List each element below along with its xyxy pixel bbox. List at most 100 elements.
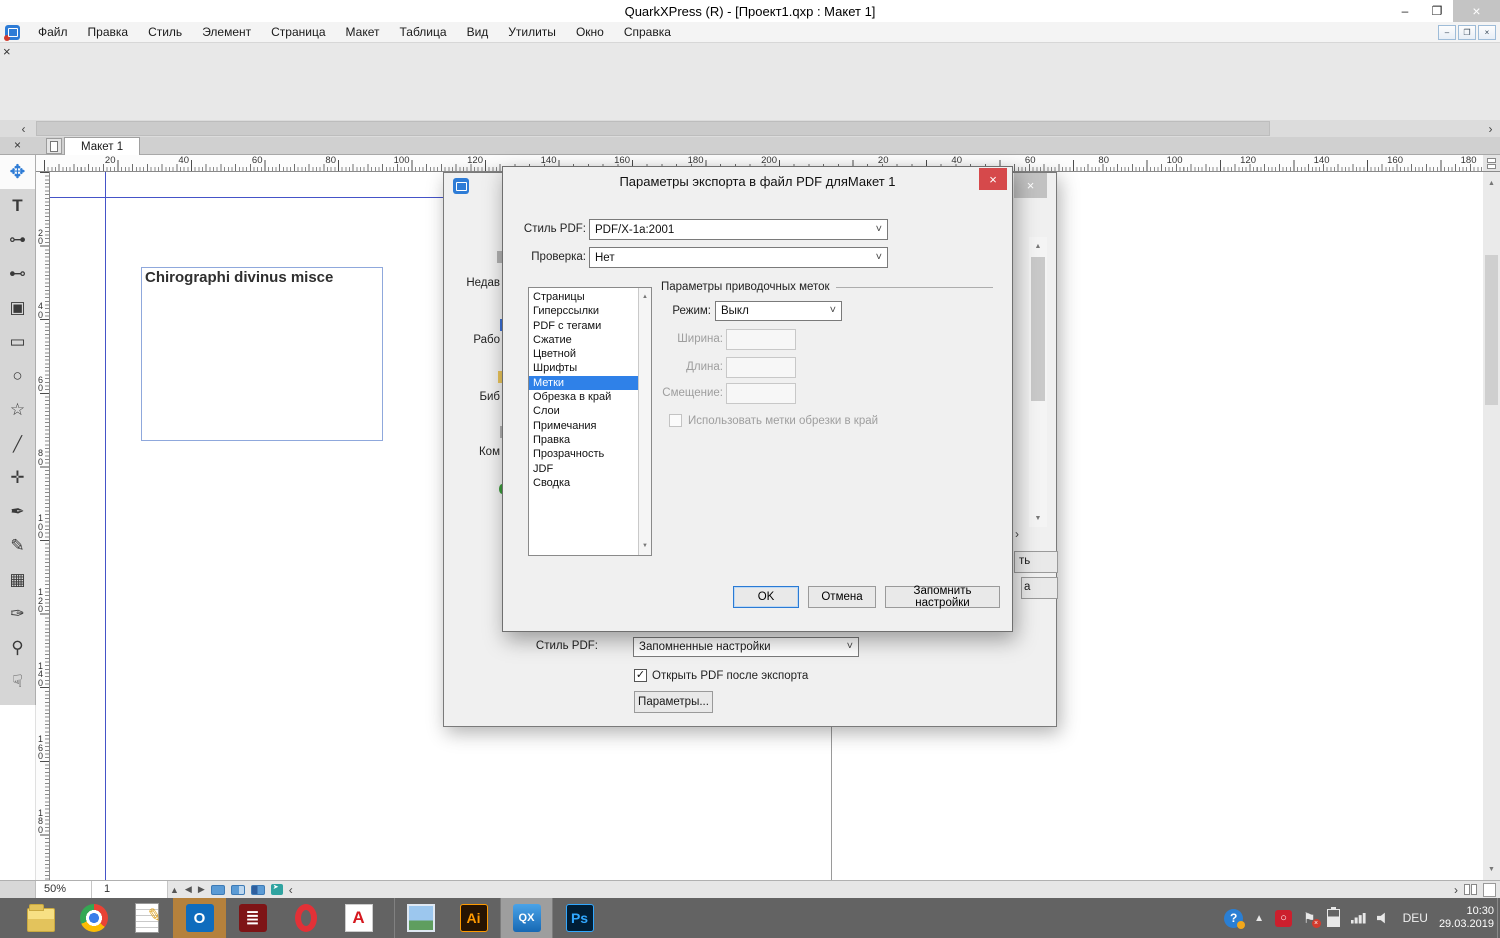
view-mode-2-icon[interactable] [230, 884, 245, 895]
eyedropper-tool[interactable]: ✑ [0, 597, 35, 631]
options-button[interactable]: Параметры... [634, 691, 713, 713]
scroll-left-icon[interactable]: ‹ [16, 120, 31, 137]
line-tool[interactable]: ╱ [0, 427, 35, 461]
ruler-corner-page-icon[interactable] [1483, 155, 1500, 172]
file-explorer[interactable] [14, 898, 67, 938]
keyboard-language[interactable]: DEU [1403, 911, 1428, 925]
clock[interactable]: 10:30 29.03.2019 [1439, 905, 1494, 931]
unlink-tool[interactable]: ⊷ [0, 257, 35, 291]
tab-layout-1[interactable]: Макет 1 [64, 137, 141, 155]
section-item[interactable]: JDF [529, 462, 638, 476]
notepad[interactable] [120, 898, 173, 938]
oval-tool[interactable]: ○ [0, 359, 35, 393]
pages-view-icon[interactable] [1464, 884, 1477, 895]
view-mode-3-icon[interactable] [250, 884, 265, 895]
menu-item[interactable]: Таблица [390, 23, 457, 41]
filelist-scroll-up-icon[interactable]: ▲ [1029, 237, 1047, 255]
top-horizontal-scrollbar[interactable]: ‹ › [0, 120, 1500, 137]
dialog-close-button[interactable]: × [979, 168, 1007, 190]
sidebar-place-item[interactable]: Ком [444, 446, 501, 458]
filelist-scroll-down-icon[interactable]: ▼ [1029, 509, 1047, 527]
collapse-left-icon[interactable]: ‹ [289, 883, 293, 897]
sidebar-place-item[interactable]: Биб [444, 391, 501, 403]
section-item[interactable]: Шрифты [529, 361, 638, 375]
menu-item[interactable]: Справка [614, 23, 681, 41]
photo-viewer[interactable] [394, 898, 447, 938]
menu-item[interactable]: Стиль [138, 23, 192, 41]
page-number-field[interactable]: 1 [92, 881, 168, 898]
export-icon[interactable] [270, 883, 283, 895]
export-dialog-close-button[interactable]: × [1014, 173, 1047, 198]
expand-panel-icon[interactable]: › [1015, 527, 1019, 541]
ok-button[interactable]: OK [733, 586, 799, 608]
menu-item[interactable]: Окно [566, 23, 614, 41]
view-mode-1-icon[interactable] [210, 884, 225, 895]
network-signal-icon[interactable] [1350, 912, 1366, 924]
section-item[interactable]: Гиперссылки [529, 304, 638, 318]
minimize-button[interactable]: – [1389, 0, 1421, 22]
sidebar-place-item[interactable]: Рабо [444, 334, 501, 346]
section-item[interactable]: PDF с тегами [529, 319, 638, 333]
section-item[interactable]: Сжатие [529, 333, 638, 347]
rectangle-tool[interactable]: ▭ [0, 325, 35, 359]
link-tool[interactable]: ⊶ [0, 223, 35, 257]
menu-item[interactable]: Правка [78, 23, 139, 41]
menu-item[interactable]: Вид [457, 23, 499, 41]
sidebar-place-item[interactable]: Недав [444, 277, 501, 289]
scroll-down-icon[interactable]: ▼ [1483, 860, 1500, 878]
prev-page-icon[interactable]: ◀ [185, 884, 192, 895]
action-center-flag-icon[interactable]: ⚑ [1303, 910, 1321, 928]
chrome[interactable] [67, 898, 120, 938]
menu-item[interactable]: Страница [261, 23, 335, 41]
mdi-restore-button[interactable]: ❐ [1458, 25, 1476, 40]
section-item[interactable]: Страницы [529, 290, 638, 304]
save-button-partial[interactable]: ть [1014, 551, 1058, 573]
bezier-tool[interactable]: ✒ [0, 495, 35, 529]
page-up-icon[interactable]: ▲ [170, 885, 179, 895]
verification-select[interactable]: Нет ˅ [589, 247, 888, 268]
outlook[interactable]: O [173, 898, 226, 938]
section-item[interactable]: Прозрачность [529, 447, 638, 461]
section-item[interactable]: Метки [529, 375, 638, 391]
show-hidden-icons-chevron[interactable]: ▲ [1254, 913, 1264, 924]
acrobat-reader[interactable]: A [332, 898, 385, 938]
mdi-minimize-button[interactable]: – [1438, 25, 1456, 40]
section-item[interactable]: Примечания [529, 419, 638, 433]
speaker-icon[interactable] [1376, 912, 1385, 924]
palette-close-icon[interactable]: × [3, 44, 11, 59]
quarkxpress[interactable]: QX [500, 898, 553, 938]
section-item[interactable]: Сводка [529, 476, 638, 490]
cancel-button[interactable]: Отмена [808, 586, 876, 608]
zoom-tool[interactable]: ⚲ [0, 631, 35, 665]
scroll-right-icon[interactable]: › [1483, 120, 1498, 137]
restore-button[interactable]: ❐ [1421, 0, 1453, 22]
freehand-tool[interactable]: ✎ [0, 529, 35, 563]
scrollbar-thumb[interactable] [1485, 255, 1498, 405]
cancel-button-partial[interactable]: а [1021, 577, 1058, 599]
point-tool[interactable]: ✛ [0, 461, 35, 495]
menu-item[interactable]: Элемент [192, 23, 261, 41]
scroll-up-icon[interactable]: ▲ [639, 290, 651, 304]
scrollbar-thumb[interactable] [36, 121, 1270, 136]
save-settings-button[interactable]: Запомнить настройки [885, 585, 1000, 609]
section-item[interactable]: Правка [529, 433, 638, 447]
help-tray-icon[interactable]: ? [1224, 908, 1246, 929]
listbox-scrollbar[interactable]: ▲ ▼ [638, 288, 651, 555]
photoshop[interactable]: Ps [553, 898, 606, 938]
open-after-export-checkbox[interactable]: ✓ [634, 669, 647, 682]
illustrator[interactable]: Ai [447, 898, 500, 938]
pdf-style-select[interactable]: Запомненные настройки ˅ [633, 637, 859, 657]
app-icon[interactable] [4, 24, 20, 41]
star-tool[interactable]: ☆ [0, 393, 35, 427]
section-item[interactable]: Обрезка в край [529, 390, 638, 404]
menu-item[interactable]: Файл [28, 23, 78, 41]
picture-box-tool[interactable]: ▣ [0, 291, 35, 325]
mdi-close-button[interactable]: × [1478, 25, 1496, 40]
pdf-style-select[interactable]: PDF/X-1a:2001 ˅ [589, 219, 888, 240]
move-tool[interactable]: ✥ [0, 155, 35, 189]
section-item[interactable]: Цветной [529, 347, 638, 361]
vertical-scrollbar[interactable]: ▲ ▼ [1483, 172, 1500, 880]
next-page-icon[interactable]: ▶ [198, 884, 205, 895]
red-app-tray-icon[interactable] [1275, 909, 1293, 927]
toolbar-close-icon[interactable]: × [14, 138, 21, 152]
